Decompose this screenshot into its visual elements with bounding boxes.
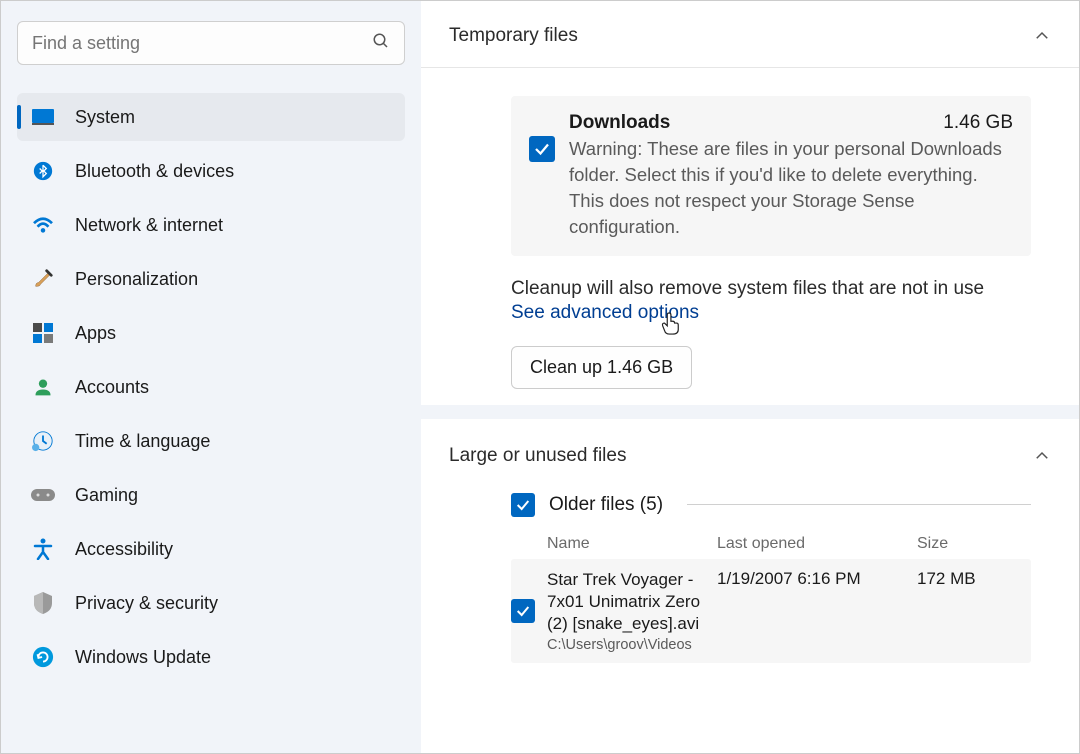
section-gap [421, 405, 1079, 419]
nav-label: Personalization [75, 269, 198, 290]
nav-label: Apps [75, 323, 116, 344]
nav-label: System [75, 107, 135, 128]
nav-label: Accounts [75, 377, 149, 398]
nav-item-system[interactable]: System [17, 93, 405, 141]
accessibility-icon [31, 537, 55, 561]
cleanup-button[interactable]: Clean up 1.46 GB [511, 346, 692, 389]
search-icon [372, 32, 390, 55]
nav-item-update[interactable]: Windows Update [17, 633, 405, 681]
file-size: 172 MB [917, 569, 1017, 589]
downloads-size: 1.46 GB [943, 112, 1013, 134]
advanced-options-link[interactable]: See advanced options [511, 302, 699, 324]
downloads-checkbox[interactable] [529, 136, 555, 162]
nav-item-apps[interactable]: Apps [17, 309, 405, 357]
downloads-warning: Warning: These are files in your persona… [569, 136, 1013, 240]
files-table: Name Last opened Size Star Trek Voyager … [421, 517, 1079, 663]
chevron-up-icon [1033, 27, 1051, 45]
temp-files-body: Downloads 1.46 GB Warning: These are fil… [421, 68, 1079, 405]
large-files-heading: Large or unused files [449, 445, 626, 467]
main-panel: Temporary files Downloads 1.46 GB Warnin… [421, 1, 1079, 753]
downloads-card: Downloads 1.46 GB Warning: These are fil… [511, 96, 1031, 256]
search-box[interactable] [17, 21, 405, 65]
apps-icon [31, 321, 55, 345]
nav-list: System Bluetooth & devices Network & int… [17, 93, 405, 681]
wifi-icon [31, 213, 55, 237]
brush-icon [31, 267, 55, 291]
update-icon [31, 645, 55, 669]
nav-label: Gaming [75, 485, 138, 506]
advanced-options-label: See advanced options [511, 302, 699, 323]
table-header: Name Last opened Size [511, 529, 1031, 559]
older-files-row: Older files (5) [421, 493, 1079, 517]
account-icon [31, 375, 55, 399]
nav-item-gaming[interactable]: Gaming [17, 471, 405, 519]
cleanup-note: Cleanup will also remove system files th… [511, 278, 1031, 300]
file-name: Star Trek Voyager - 7x01 Unimatrix Zero … [547, 569, 717, 635]
nav-item-personalization[interactable]: Personalization [17, 255, 405, 303]
nav-item-network[interactable]: Network & internet [17, 201, 405, 249]
older-files-label: Older files (5) [549, 494, 663, 516]
nav-item-time[interactable]: Time & language [17, 417, 405, 465]
large-files-header[interactable]: Large or unused files [421, 419, 1079, 493]
divider-line [687, 504, 1031, 505]
file-opened: 1/19/2007 6:16 PM [717, 569, 917, 589]
older-files-checkbox[interactable] [511, 493, 535, 517]
col-name: Name [547, 535, 717, 553]
gamepad-icon [31, 483, 55, 507]
search-input[interactable] [32, 33, 372, 54]
chevron-up-icon [1033, 447, 1051, 465]
bluetooth-icon [31, 159, 55, 183]
clock-icon [31, 429, 55, 453]
col-size: Size [917, 535, 1017, 553]
nav-label: Accessibility [75, 539, 173, 560]
file-path: C:\Users\groov\Videos [547, 637, 717, 653]
shield-icon [31, 591, 55, 615]
nav-label: Privacy & security [75, 593, 218, 614]
temp-files-header[interactable]: Temporary files [421, 5, 1079, 68]
nav-label: Time & language [75, 431, 210, 452]
nav-item-accounts[interactable]: Accounts [17, 363, 405, 411]
downloads-title: Downloads [569, 112, 670, 134]
nav-label: Bluetooth & devices [75, 161, 234, 182]
system-icon [31, 105, 55, 129]
col-opened: Last opened [717, 535, 917, 553]
row-checkbox[interactable] [511, 599, 535, 623]
nav-label: Network & internet [75, 215, 223, 236]
nav-label: Windows Update [75, 647, 211, 668]
temp-files-heading: Temporary files [449, 25, 578, 47]
nav-item-privacy[interactable]: Privacy & security [17, 579, 405, 627]
sidebar: System Bluetooth & devices Network & int… [1, 1, 421, 753]
nav-item-accessibility[interactable]: Accessibility [17, 525, 405, 573]
nav-item-bluetooth[interactable]: Bluetooth & devices [17, 147, 405, 195]
table-row[interactable]: Star Trek Voyager - 7x01 Unimatrix Zero … [511, 559, 1031, 663]
